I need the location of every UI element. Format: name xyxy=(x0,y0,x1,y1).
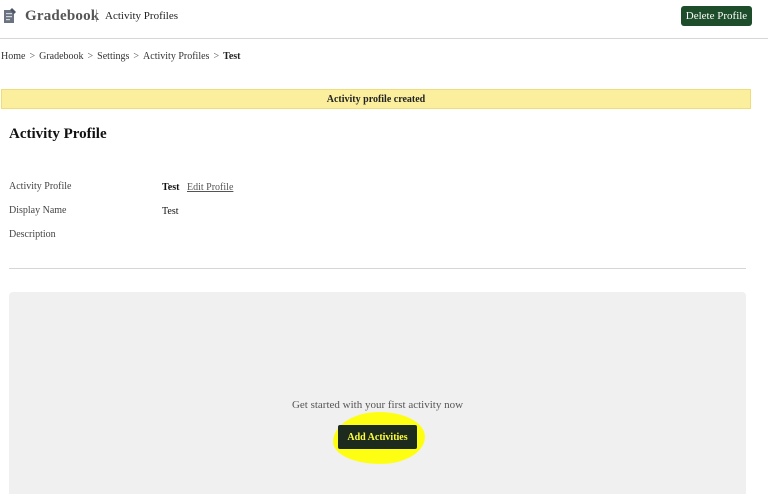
description-label: Description xyxy=(9,229,56,240)
delete-profile-button[interactable]: Delete Profile xyxy=(681,6,752,26)
activities-empty-state: Get started with your first activity now… xyxy=(9,292,746,494)
breadcrumb-separator: > xyxy=(213,51,220,62)
breadcrumb: Home > Gradebook > Settings > Activity Profile… xyxy=(1,51,241,62)
top-header: Gradebook | Activity Profiles Delete Pro… xyxy=(0,0,768,39)
page-title: Activity Profile xyxy=(9,126,107,142)
success-alert: Activity profile created xyxy=(1,89,751,109)
breadcrumb-home[interactable]: Home xyxy=(1,51,25,62)
section-divider xyxy=(9,268,746,269)
empty-state-message: Get started with your first activity now xyxy=(291,399,464,411)
section-title[interactable]: Activity Profiles xyxy=(105,10,178,22)
breadcrumb-gradebook[interactable]: Gradebook xyxy=(39,51,83,62)
breadcrumb-current: Test xyxy=(223,51,241,62)
activity-profile-value: Test xyxy=(162,182,180,193)
breadcrumb-separator: > xyxy=(29,51,36,62)
activity-profile-label: Activity Profile xyxy=(9,181,72,192)
add-activities-button[interactable]: Add Activities xyxy=(338,425,417,449)
edit-profile-link[interactable]: Edit Profile xyxy=(187,182,233,193)
title-separator: | xyxy=(95,8,98,23)
breadcrumb-settings[interactable]: Settings xyxy=(97,51,129,62)
breadcrumb-separator: > xyxy=(133,51,140,62)
gradebook-document-icon xyxy=(4,8,16,23)
display-name-label: Display Name xyxy=(9,205,67,216)
display-name-value: Test xyxy=(162,206,179,217)
app-title[interactable]: Gradebook xyxy=(25,8,99,25)
breadcrumb-separator: > xyxy=(87,51,94,62)
breadcrumb-activity-profiles[interactable]: Activity Profiles xyxy=(143,51,209,62)
